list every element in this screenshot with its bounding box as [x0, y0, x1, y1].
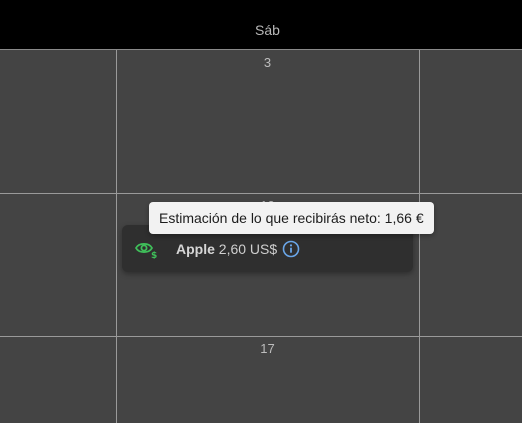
eye-dollar-icon: $ [135, 242, 157, 259]
grid-line [419, 50, 420, 423]
day-number: 3 [263, 55, 272, 70]
grid-line [0, 336, 522, 337]
day-number: 17 [260, 341, 275, 356]
calendar-header: Sáb [0, 0, 522, 50]
calendar-page: Sáb 3 10 17 $ Apple 2,60 US$ Estimación … [0, 0, 522, 423]
event-label: Apple 2,60 US$ [176, 241, 277, 257]
weekday-label: Sáb [255, 22, 280, 38]
grid-line [0, 193, 522, 194]
event-ticker: Apple [176, 241, 215, 257]
info-circle-icon[interactable] [282, 240, 300, 258]
net-estimate-tooltip: Estimación de lo que recibirás neto: 1,6… [149, 202, 434, 234]
svg-text:$: $ [151, 251, 157, 259]
event-amount: 2,60 US$ [218, 241, 278, 257]
grid-line [116, 50, 117, 423]
